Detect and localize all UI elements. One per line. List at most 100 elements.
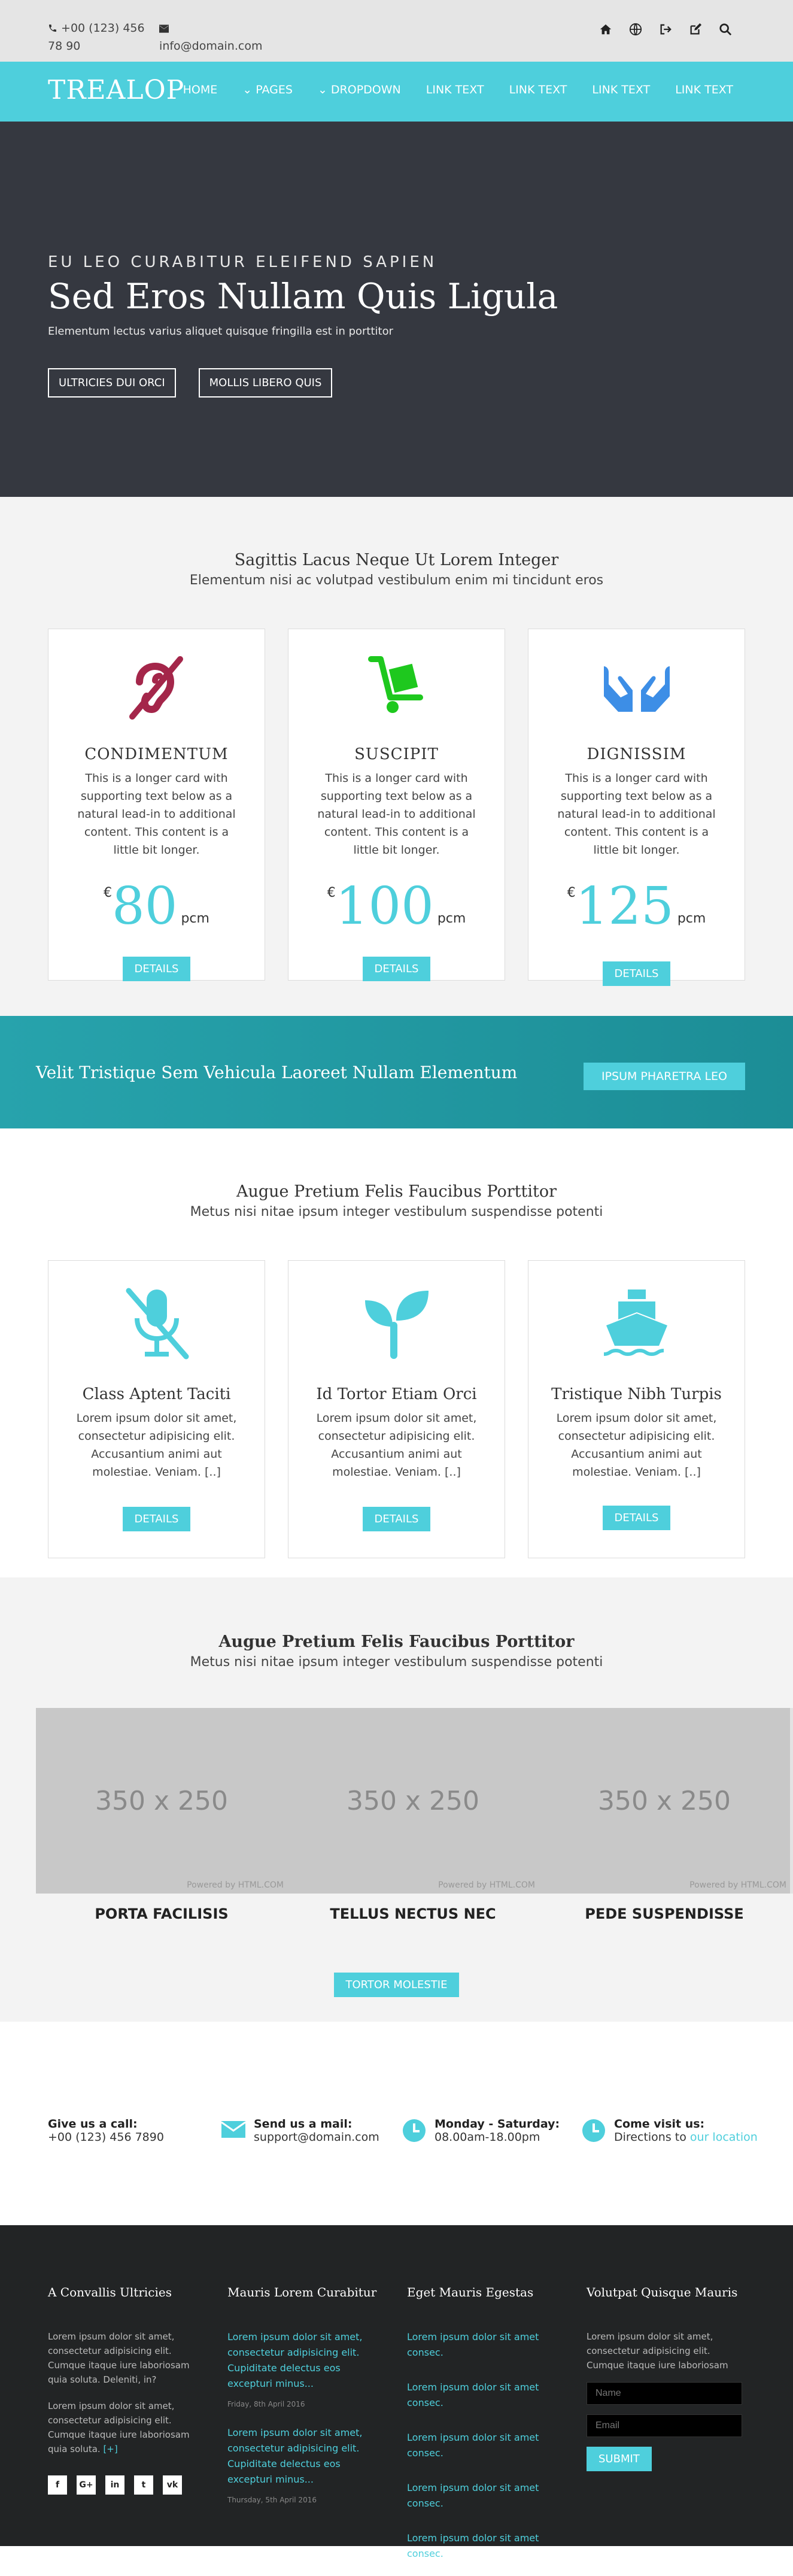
features-title: Augue Pretium Felis Faucibus Porttitor [236,1182,557,1201]
details-button[interactable]: DETAILS [602,961,671,986]
hero-title: Sed Eros Nullam Quis Ligula [48,276,558,317]
globe-icon[interactable] [629,23,643,37]
gallery-item[interactable]: 350 x 250 Powered by HTML.COM [539,1708,790,1894]
footer-link[interactable]: Lorem ipsum dolor sit amet consec. [407,2430,563,2461]
footer-post-link[interactable]: Lorem ipsum dolor sit amet, consectetur … [227,2329,383,2392]
linkedin-icon[interactable]: in [105,2475,124,2495]
facebook-icon[interactable]: f [48,2475,67,2495]
pricing-card-text: This is a longer card with supporting te… [317,772,476,857]
nav-link-2[interactable]: LINK TEXT [509,83,567,96]
pricing-subtitle: Elementum nisi ac volutpad vestibulum en… [189,573,604,588]
chevron-down-icon: ⌄ [242,83,256,96]
footer-col-title: Eget Mauris Egestas [407,2285,534,2299]
footer-link[interactable]: Lorem ipsum dolor sit amet consec. [407,2329,563,2360]
pricing-card-title: DIGNISSIM [587,745,686,763]
footer-paragraph-text: Lorem ipsum dolor sit amet, consectetur … [48,2401,190,2454]
nav-link-4[interactable]: LINK TEXT [675,83,733,96]
brand-logo[interactable]: TREALOP [48,75,184,105]
footer-col-title: Mauris Lorem Curabitur [227,2285,377,2299]
gallery-item[interactable]: 350 x 250 Powered by HTML.COM [287,1708,539,1894]
features-section: Augue Pretium Felis Faucibus Porttitor M… [0,1128,793,1577]
gallery-captions: PORTA FACILISIS TELLUS NECTUS NEC PEDE S… [36,1906,793,1922]
pricing-card: DIGNISSIM This is a longer card with sup… [528,629,745,986]
phone-icon [49,25,56,32]
pricing-section: Sagittis Lacus Neque Ut Lorem Integer El… [0,497,793,1016]
envelope-icon [159,25,169,33]
gallery-item[interactable]: 350 x 250 Powered by HTML.COM [36,1708,287,1894]
feature-card: Id Tortor Etiam Orci Lorem ipsum dolor s… [288,1260,505,1558]
top-email[interactable]: info@domain.com [159,19,262,55]
banner-button[interactable]: IPSUM PHARETRA LEO [583,1063,745,1090]
nav-home[interactable]: HOME [183,83,218,96]
clock-icon [402,2119,426,2143]
details-button[interactable]: DETAILS [122,957,191,981]
submit-button[interactable]: SUBMIT [587,2447,652,2471]
pricing-title: Sagittis Lacus Neque Ut Lorem Integer [234,551,559,569]
hero-button-1[interactable]: ULTRICIES DUI ORCI [48,368,176,398]
price-currency: € [327,885,336,900]
price: € 125 pcm [528,881,745,932]
details-button[interactable]: DETAILS [602,1506,671,1530]
footer-link[interactable]: Lorem ipsum dolor sit amet consec. [407,2480,563,2511]
contact-strip: Give us a call: +00 (123) 456 7890 Send … [0,2022,793,2225]
mail-label: Send us a mail: [254,2117,353,2131]
vk-icon[interactable]: vk [163,2475,182,2495]
features-subtitle: Metus nisi nitae ipsum integer vestibulu… [190,1204,603,1219]
location-link[interactable]: our location [690,2131,758,2144]
top-email-text: info@domain.com [159,40,263,53]
nav-link-3[interactable]: LINK TEXT [592,83,650,96]
pricing-card-text: This is a longer card with supporting te… [557,772,716,857]
details-button[interactable]: DETAILS [122,1507,191,1531]
pricing-card-title: CONDIMENTUM [84,745,229,763]
nav-link-1[interactable]: LINK TEXT [426,83,484,96]
nav-dropdown[interactable]: ⌄ DROPDOWN [318,83,401,96]
footer-post-date: Friday, 8th April 2016 [227,2400,305,2408]
visit-text: Directions to [614,2131,686,2144]
image-placeholder: 350 x 250 [539,1708,790,1894]
edit-icon[interactable] [689,23,703,37]
call-value[interactable]: +00 (123) 456 7890 [48,2131,164,2144]
contact-mail: Send us a mail: support@domain.com [221,2117,379,2144]
feature-card-title: Id Tortor Etiam Orci [316,1385,477,1403]
details-button[interactable]: DETAILS [362,1507,431,1531]
price-unit: pcm [437,911,466,926]
gallery-caption: TELLUS NECTUS NEC [330,1906,496,1922]
hero-button-2[interactable]: MOLLIS LIBERO QUIS [198,368,333,398]
gallery-more-button[interactable]: TORTOR MOLESTIE [333,1973,460,1997]
feature-card-text: Lorem ipsum dolor sit amet, consectetur … [76,1412,237,1479]
chevron-down-icon: ⌄ [317,83,331,96]
contact-hours: Monday - Saturday: 08.00am-18.00pm [402,2117,560,2144]
read-more-link[interactable]: [+] [103,2444,117,2454]
feature-card-title: Class Aptent Taciti [82,1385,231,1403]
feature-cards: Class Aptent Taciti Lorem ipsum dolor si… [48,1260,745,1558]
email-field[interactable] [587,2414,742,2437]
mail-value[interactable]: support@domain.com [254,2131,379,2144]
price: € 80 pcm [48,881,265,932]
price-currency: € [104,885,113,900]
details-button[interactable]: DETAILS [362,957,431,981]
feature-card-text: Lorem ipsum dolor sit amet, consectetur … [556,1412,717,1479]
footer-link[interactable]: Lorem ipsum dolor sit amet consec. [407,2531,563,2562]
seedling-icon [358,1284,436,1361]
gallery-section: Augue Pretium Felis Faucibus Porttitor M… [0,1577,793,2022]
contact-call: Give us a call: +00 (123) 456 7890 [48,2117,164,2144]
price-currency: € [567,885,576,900]
pricing-card-title: SUSCIPIT [354,745,439,763]
pricing-cards: CONDIMENTUM This is a longer card with s… [48,629,745,986]
home-icon[interactable] [599,23,613,37]
feature-card: Class Aptent Taciti Lorem ipsum dolor si… [48,1260,265,1558]
twitter-icon[interactable]: t [134,2475,153,2495]
hours-value: 08.00am-18.00pm [435,2131,540,2144]
name-field[interactable] [587,2382,742,2405]
social-icons: f G+ in t vk [48,2475,203,2495]
google-plus-icon[interactable]: G+ [77,2475,96,2495]
sign-out-icon[interactable] [659,23,673,37]
search-icon[interactable] [719,23,733,37]
footer-post-link[interactable]: Lorem ipsum dolor sit amet, consectetur … [227,2425,383,2487]
footer-link[interactable]: Lorem ipsum dolor sit amet consec. [407,2380,563,2411]
footer-col-title: A Convallis Ultricies [48,2285,172,2299]
top-phone-text: +00 (123) 456 78 90 [48,22,145,53]
hand-truck-icon [358,654,436,720]
image-placeholder: 350 x 250 [287,1708,539,1894]
nav-pages[interactable]: ⌄ PAGES [242,83,293,96]
